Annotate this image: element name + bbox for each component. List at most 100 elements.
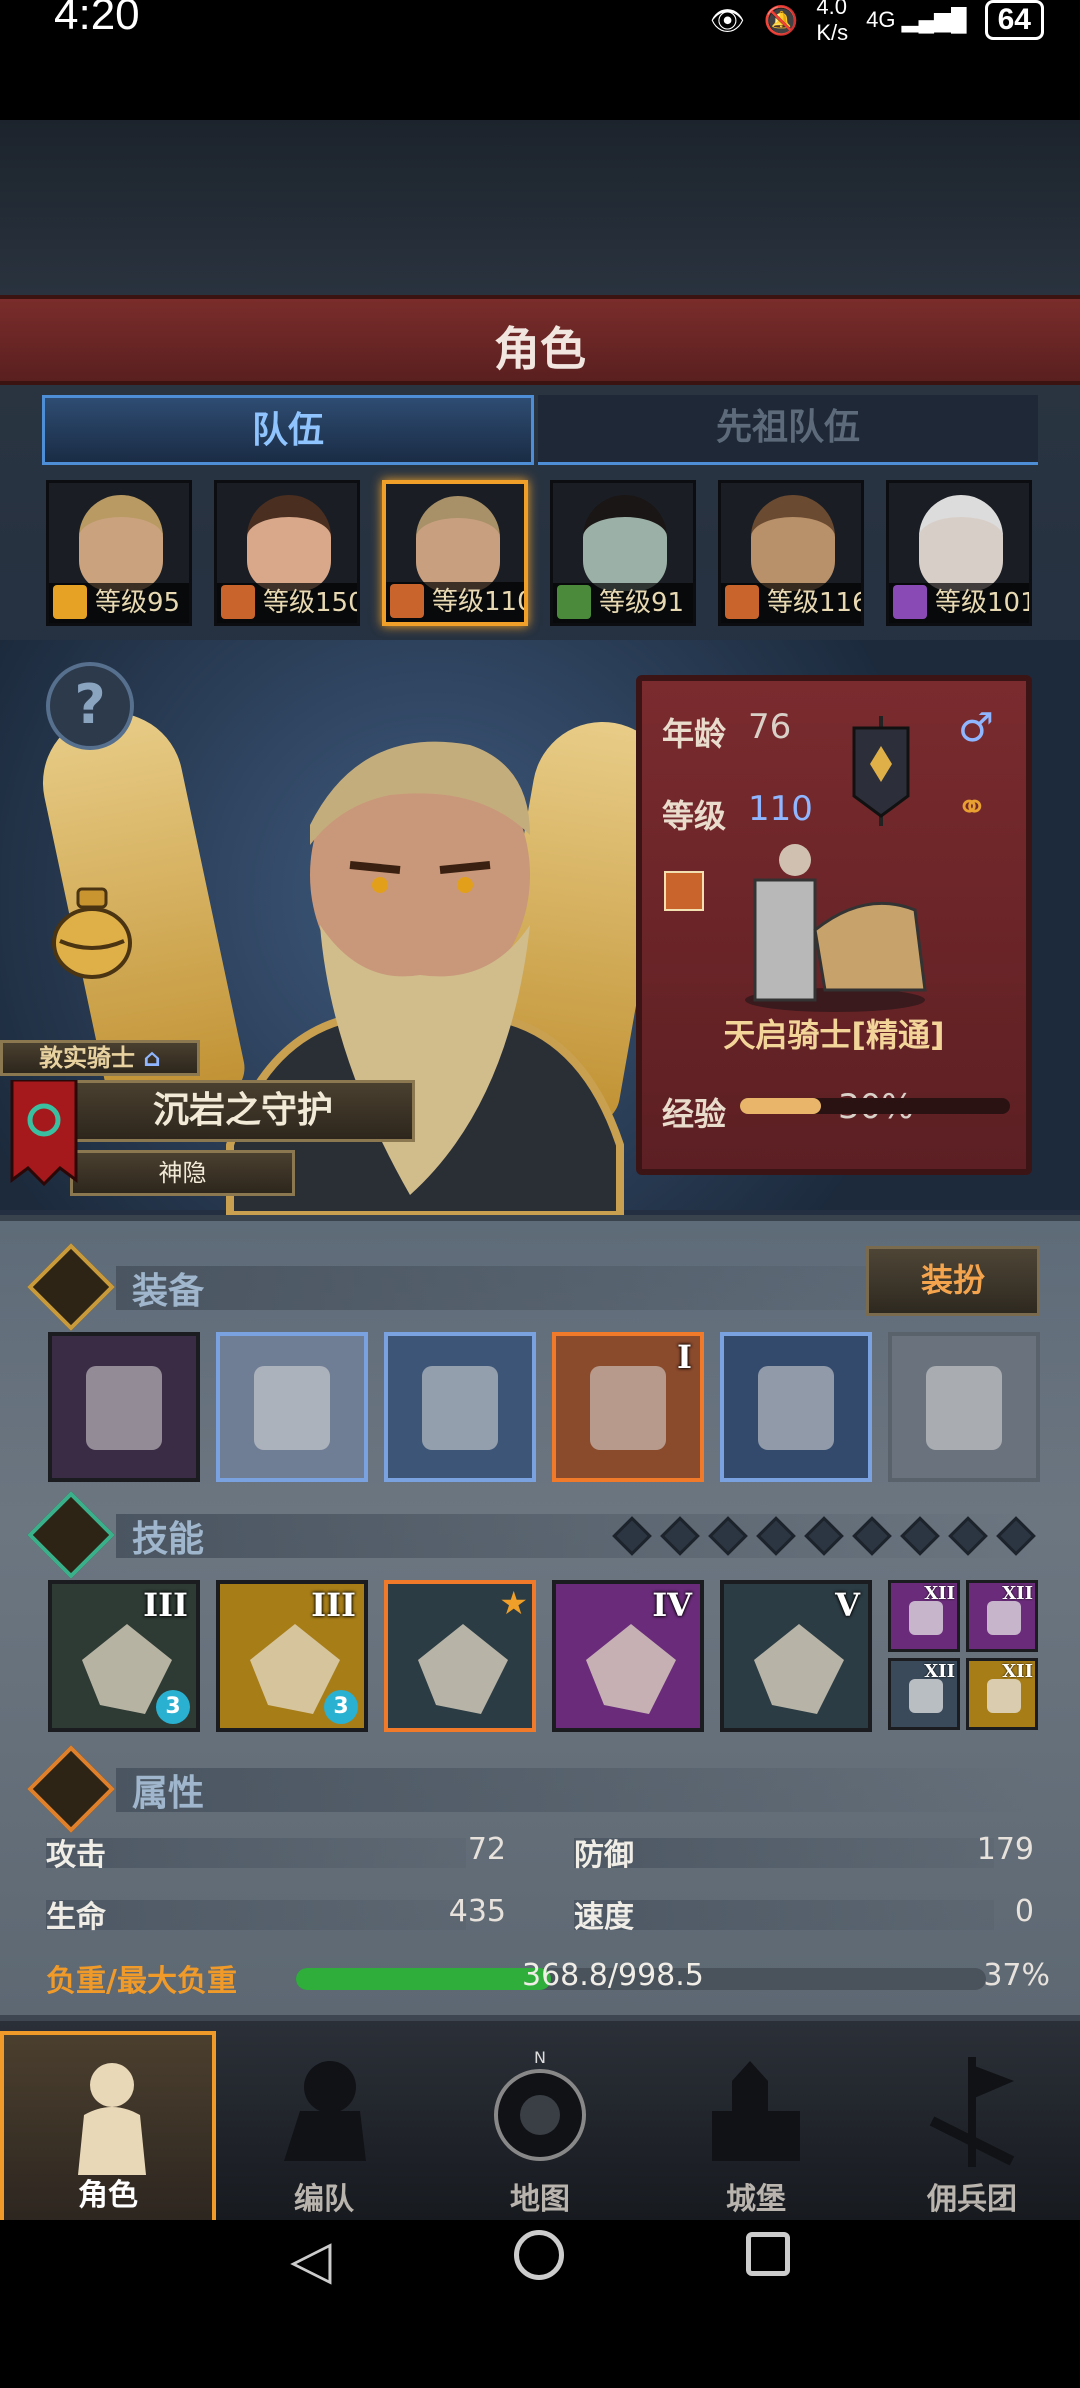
attributes-header: 属性 <box>132 1773 205 1814</box>
skill-level-badge: 3 <box>156 1690 190 1724</box>
equipment-header: 装备 <box>132 1271 205 1312</box>
hero-title: 沉岩之守护 <box>70 1080 415 1142</box>
tab-team[interactable]: 队伍 <box>42 395 534 465</box>
class-icon <box>221 585 255 619</box>
skill-level-badge: 3 <box>324 1690 358 1724</box>
skill-slot-4[interactable]: IV <box>552 1580 704 1732</box>
back-icon[interactable]: ◁ <box>290 2228 332 2291</box>
mercenary-banner-icon <box>929 2057 1015 2167</box>
knight-helmet-icon <box>78 2063 146 2175</box>
sword-icon <box>27 1243 115 1331</box>
nav-map[interactable]: N 地图 <box>432 2031 648 2226</box>
passive-skill-4[interactable]: XII <box>966 1658 1038 1730</box>
attributes-section-header: 属性 <box>27 1745 1046 1833</box>
tower-shield-icon <box>254 1366 330 1450</box>
age-label: 年龄 <box>662 715 727 753</box>
plate-boots-icon <box>758 1366 834 1450</box>
equip-slot-plate-boots[interactable] <box>720 1332 872 1482</box>
dress-up-button[interactable]: 装扮 <box>866 1246 1040 1316</box>
mute-icon: 🔕 <box>763 4 799 36</box>
passive-skill-icon <box>987 1601 1021 1635</box>
help-button[interactable]: ? <box>46 662 134 750</box>
passive-skill-tier: XII <box>924 1661 955 1682</box>
equip-slot-spiked-armor[interactable]: I <box>552 1332 704 1482</box>
exp-bar-fill <box>740 1098 821 1114</box>
class-icon <box>53 585 87 619</box>
skill-icon <box>418 1624 508 1714</box>
team-portrait-1[interactable]: 等级95 <box>46 480 192 626</box>
class-icon <box>390 584 424 618</box>
hp-value: 435 <box>448 1894 506 1929</box>
stat-hp: 生命 435 <box>46 1892 506 1938</box>
bottom-nav: 角色 编队 N 地图 城堡 佣兵团 <box>0 2015 1080 2226</box>
equip-slot-ring-empty[interactable] <box>888 1332 1040 1482</box>
ring-empty-icon <box>926 1366 1002 1450</box>
passive-skill-icon <box>987 1679 1021 1713</box>
team-portrait-2[interactable]: 等级150 <box>214 480 360 626</box>
skill-slot-2[interactable]: III 3 <box>216 1580 368 1732</box>
signal-icon: 4G ▂▄▆█ <box>866 7 967 32</box>
skill-tier: V <box>835 1586 860 1624</box>
status-time: 4:20 <box>54 0 140 39</box>
male-icon: ♂ <box>958 705 994 751</box>
home-icon[interactable] <box>514 2230 564 2280</box>
nav-mercenary[interactable]: 佣兵团 <box>864 2031 1080 2226</box>
age-value: 76 <box>748 707 792 747</box>
trait-rank-icon: ⌂ <box>143 1044 161 1072</box>
skills-section-header: 技能 <box>27 1491 1046 1579</box>
wedding-ring-icon[interactable]: ⚭ <box>956 785 988 829</box>
nav-castle[interactable]: 城堡 <box>648 2031 864 2226</box>
load-value: 368.8/998.5 <box>522 1958 704 1993</box>
defense-label: 防御 <box>574 1838 634 1873</box>
hp-label: 生命 <box>46 1900 106 1935</box>
team-tabs: 队伍 先祖队伍 <box>40 395 1040 465</box>
equip-slot-banner-weapon[interactable] <box>48 1332 200 1482</box>
hero-subtitle: 神隐 <box>70 1150 295 1196</box>
passive-skill-1[interactable]: XII <box>888 1580 960 1652</box>
passive-skill-icon <box>909 1601 943 1635</box>
skill-slot-5[interactable]: V <box>720 1580 872 1732</box>
great-helm-icon <box>422 1366 498 1450</box>
skill-slot-3[interactable]: ★ <box>384 1580 536 1732</box>
hero-face <box>79 495 163 591</box>
passive-skill-3[interactable]: XII <box>888 1658 960 1730</box>
title-banner: 角色 <box>0 295 1080 385</box>
hero-nameplate: 敦实骑士 ⌂ 沉岩之守护 神隐 <box>0 1040 420 1210</box>
person-icon <box>27 1745 115 1833</box>
tab-ancestor-team[interactable]: 先祖队伍 <box>538 395 1038 465</box>
stat-attack: 攻击 72 <box>46 1830 506 1876</box>
recents-icon[interactable] <box>746 2232 790 2276</box>
passive-skill-2[interactable]: XII <box>966 1580 1038 1652</box>
team-portrait-5[interactable]: 等级116 <box>718 480 864 626</box>
nav-role[interactable]: 角色 <box>0 2031 216 2226</box>
system-nav-bar: ◁ <box>0 2220 1080 2388</box>
hero-class-name: 天启骑士[精通] <box>723 1016 945 1054</box>
stat-load: 负重/最大负重 368.8/998.5 37% <box>46 1956 1050 2002</box>
speed-label: 速度 <box>574 1900 634 1935</box>
equip-slot-great-helm[interactable] <box>384 1332 536 1482</box>
trait-badge[interactable]: 敦实骑士 ⌂ <box>0 1040 200 1076</box>
attack-label: 攻击 <box>46 1838 106 1873</box>
load-label: 负重/最大负重 <box>46 1964 237 1999</box>
speed-value: 0 <box>1014 1894 1034 1929</box>
team-portrait-4[interactable]: 等级91 <box>550 480 696 626</box>
skill-slot-1[interactable]: III 3 <box>48 1580 200 1732</box>
stat-defense: 防御 179 <box>574 1830 1034 1876</box>
svg-text:N: N <box>534 2051 546 2067</box>
nav-formation[interactable]: 编队 <box>216 2031 432 2226</box>
passive-skill-tier: XII <box>1002 1661 1033 1682</box>
exp-label: 经验 <box>662 1095 727 1133</box>
banner-emblem-icon <box>852 716 910 826</box>
equip-slot-tower-shield[interactable] <box>216 1332 368 1482</box>
skill-tier: III <box>311 1586 356 1624</box>
team-portrait-3[interactable]: 等级110 <box>382 480 528 626</box>
hero-face <box>583 495 667 591</box>
potion-icon[interactable] <box>48 885 136 981</box>
star-icon <box>27 1491 115 1579</box>
stat-speed: 速度 0 <box>574 1892 1034 1938</box>
hero-face <box>919 495 1003 591</box>
team-portraits: 等级95 等级150 等级110 等级91 等级116 等级101 <box>46 480 1046 630</box>
passive-skill-icon <box>909 1679 943 1713</box>
team-portrait-6[interactable]: 等级101 <box>886 480 1032 626</box>
load-percent: 37% <box>983 1958 1050 1993</box>
